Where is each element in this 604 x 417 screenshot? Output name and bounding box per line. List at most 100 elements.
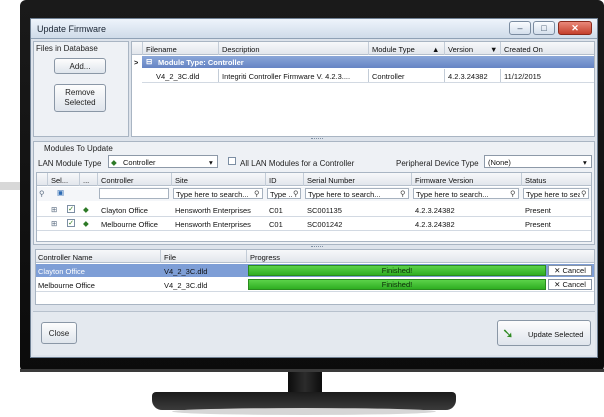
cell-controller-name: Clayton Office: [38, 267, 85, 276]
column-header-created-on[interactable]: Created On: [504, 45, 543, 54]
filter-serial-input[interactable]: Type here to search... ⚲: [305, 188, 409, 199]
monitor-stand-shadow: [172, 408, 436, 415]
row-indicator-icon: >: [134, 58, 139, 67]
column-header-controller[interactable]: Controller: [101, 176, 134, 185]
files-in-database-label: Files in Database: [36, 44, 98, 53]
update-arrow-icon: ➘: [502, 325, 514, 341]
cell-firmware-version: 4.2.3.24382: [415, 206, 455, 215]
column-header-version[interactable]: Version: [448, 45, 473, 54]
filter-icon[interactable]: ▼: [490, 45, 497, 54]
cell-serial: SC001242: [307, 220, 343, 229]
cancel-button[interactable]: ✕ Cancel: [548, 279, 592, 290]
filter-site-input[interactable]: Type here to search... ⚲: [173, 188, 263, 199]
group-row-module-type[interactable]: ⊟ Module Type: Controller: [142, 56, 594, 68]
progress-bar: Finished!: [248, 279, 546, 290]
chevron-down-icon: ▾: [583, 158, 587, 167]
column-header-module-type[interactable]: Module Type: [372, 45, 415, 54]
column-header-file[interactable]: File: [164, 253, 176, 262]
maximize-button[interactable]: □: [533, 21, 555, 35]
cell-controller: Melbourne Office: [101, 220, 158, 229]
progress-grid-header: Controller Name File Progress: [36, 250, 594, 263]
chevron-down-icon: ▾: [209, 158, 213, 167]
filter-row: ⚲ ▣ Type here to search... ⚲ Type ... ⚲ …: [37, 187, 591, 201]
cell-created-on: 11/12/2015: [504, 72, 541, 81]
cell-controller: Clayton Office: [101, 206, 148, 215]
all-lan-modules-checkbox[interactable]: [228, 157, 236, 165]
column-header-select[interactable]: Sel...: [51, 176, 68, 185]
splitter-grip[interactable]: [311, 246, 323, 248]
cell-file: V4_2_3C.dld: [164, 281, 208, 290]
select-all-icon[interactable]: ▣: [57, 188, 64, 197]
window-title: Update Firmware: [37, 24, 107, 34]
module-row[interactable]: ⊞ ✓ ◆ Melbourne Office Hensworth Enterpr…: [37, 217, 591, 230]
column-header-more[interactable]: ...: [83, 176, 89, 185]
column-header-filename[interactable]: Filename: [146, 45, 177, 54]
peripheral-device-type-select[interactable]: (None) ▾: [484, 155, 592, 168]
filter-id-placeholder: Type ...: [270, 190, 292, 199]
modules-to-update-label: Modules To Update: [44, 144, 113, 153]
column-header-progress[interactable]: Progress: [250, 253, 280, 262]
column-header-controller-name[interactable]: Controller Name: [38, 253, 93, 262]
controller-module-icon: ◆: [83, 219, 89, 228]
controller-module-icon: ◆: [111, 158, 117, 167]
column-header-description[interactable]: Description: [222, 45, 260, 54]
cell-status: Present: [525, 220, 551, 229]
modules-to-update-panel: Modules To Update LAN Module Type ◆ Cont…: [33, 141, 595, 245]
controller-module-icon: ◆: [83, 205, 89, 214]
title-bar: Update Firmware – □ ✕: [31, 19, 597, 39]
remove-selected-button[interactable]: Remove Selected: [54, 84, 106, 112]
firmware-row[interactable]: V4_2_3C.dld Integriti Controller Firmwar…: [142, 69, 594, 82]
row-select-checkbox[interactable]: ✓: [67, 205, 75, 213]
progress-bar: Finished!: [248, 265, 546, 276]
update-selected-label: Update Selected: [528, 330, 584, 339]
expand-row-icon[interactable]: ⊞: [51, 219, 57, 228]
search-icon: ⚲: [400, 189, 406, 198]
lan-module-type-select[interactable]: ◆ Controller ▾: [108, 155, 218, 168]
lan-module-type-label: LAN Module Type: [38, 159, 102, 168]
filter-serial-placeholder: Type here to search...: [308, 190, 381, 199]
peripheral-device-type-value: (None): [488, 158, 511, 167]
column-header-status[interactable]: Status: [525, 176, 546, 185]
splitter-grip[interactable]: [311, 138, 323, 140]
cell-file: V4_2_3C.dld: [164, 267, 208, 276]
cell-serial: SC001135: [307, 206, 342, 215]
cell-description: Integriti Controller Firmware V. 4.2.3..…: [222, 72, 351, 81]
modules-grid-header: Sel... ... Controller Site ID Serial Num…: [37, 173, 591, 186]
filter-status-input[interactable]: Type here to sea ⚲: [523, 188, 589, 199]
filter-id-input[interactable]: Type ... ⚲: [267, 188, 301, 199]
collapse-group-icon[interactable]: ⊟: [146, 57, 152, 66]
modules-grid: Sel... ... Controller Site ID Serial Num…: [36, 172, 592, 242]
column-header-site[interactable]: Site: [175, 176, 188, 185]
firmware-files-grid: Filename Description Module Type ▲ Versi…: [131, 41, 595, 137]
group-label: Module Type: Controller: [158, 58, 244, 67]
column-header-id[interactable]: ID: [269, 176, 277, 185]
search-icon: ⚲: [293, 189, 299, 198]
cell-id: C01: [269, 220, 283, 229]
filter-icon: ⚲: [39, 189, 45, 198]
module-row[interactable]: ⊞ ✓ ◆ Clayton Office Hensworth Enterpris…: [37, 203, 591, 216]
filter-status-placeholder: Type here to sea: [526, 190, 580, 199]
filter-firmware-input[interactable]: Type here to search... ⚲: [413, 188, 519, 199]
row-select-checkbox[interactable]: ✓: [67, 219, 75, 227]
cell-site: Hensworth Enterprises: [175, 206, 251, 215]
files-in-database-panel: Files in Database Add... Remove Selected: [33, 41, 129, 137]
update-selected-button[interactable]: ➘ Update Selected: [497, 320, 591, 346]
close-button[interactable]: Close: [41, 322, 77, 344]
search-icon: ⚲: [510, 189, 516, 198]
footer-bar: Close ➘ Update Selected: [33, 311, 595, 355]
expand-row-icon[interactable]: ⊞: [51, 205, 57, 214]
update-firmware-window: Update Firmware – □ ✕ Files in Database …: [30, 18, 598, 358]
add-file-button[interactable]: Add...: [54, 58, 106, 74]
column-header-serial[interactable]: Serial Number: [307, 176, 355, 185]
minimize-button[interactable]: –: [509, 21, 531, 35]
cancel-button[interactable]: ✕ Cancel: [548, 265, 592, 276]
close-window-button[interactable]: ✕: [558, 21, 592, 35]
cell-filename: V4_2_3C.dld: [156, 72, 200, 81]
progress-grid: Controller Name File Progress Clayton Of…: [35, 249, 595, 305]
column-header-firmware-version[interactable]: Firmware Version: [415, 176, 473, 185]
progress-track: Finished!: [248, 265, 546, 276]
filter-controller-input[interactable]: [99, 188, 169, 199]
cell-module-type: Controller: [372, 72, 405, 81]
all-lan-modules-label: All LAN Modules for a Controller: [240, 159, 355, 168]
sort-ascending-icon: ▲: [432, 45, 440, 54]
